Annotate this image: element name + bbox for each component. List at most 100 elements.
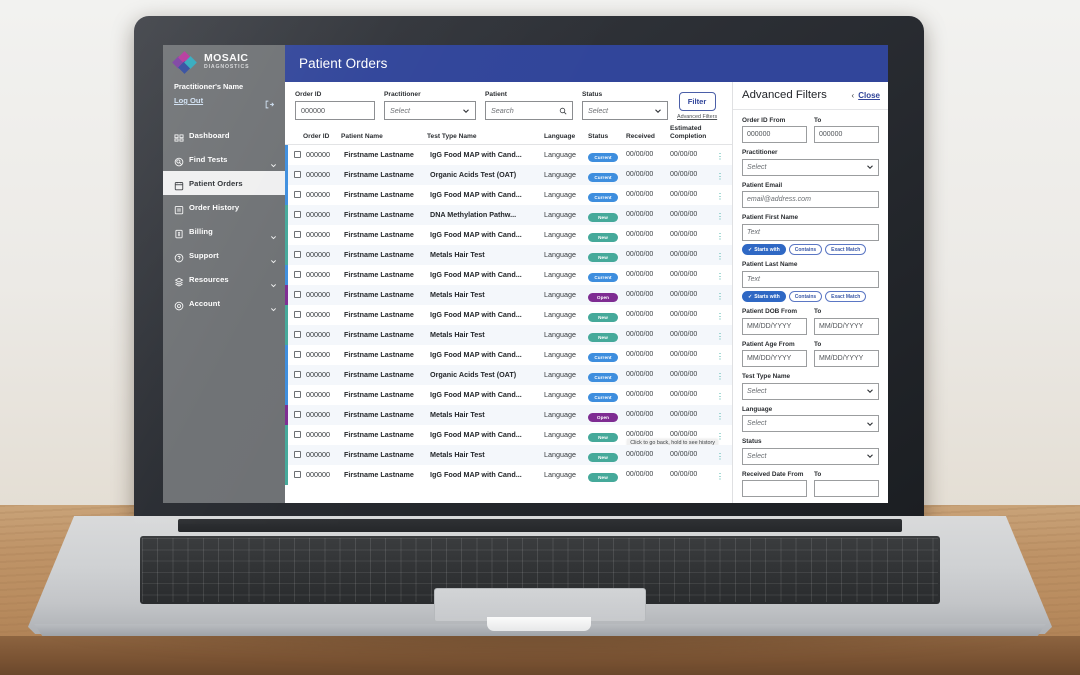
panel-status-select[interactable]: Select bbox=[742, 447, 879, 465]
sidebar-item-resources[interactable]: Resources bbox=[163, 267, 285, 291]
sidebar-item-find-tests[interactable]: Find Tests bbox=[163, 147, 285, 171]
row-checkbox[interactable] bbox=[294, 391, 306, 399]
chip-contains[interactable]: Contains bbox=[788, 291, 823, 302]
search-icon[interactable] bbox=[559, 107, 567, 115]
row-actions-button[interactable]: ⋮ bbox=[714, 466, 726, 484]
chip-exact-match[interactable]: Exact Match bbox=[825, 244, 867, 255]
order-id-from-input[interactable]: 000000 bbox=[742, 126, 807, 143]
row-checkbox[interactable] bbox=[294, 211, 306, 219]
table-row[interactable]: 000000 Firstname Lastname IgG Food MAP wit… bbox=[285, 424, 732, 448]
sidebar-item-account[interactable]: Account bbox=[163, 291, 285, 315]
row-checkbox[interactable] bbox=[294, 271, 306, 279]
row-checkbox[interactable] bbox=[294, 251, 306, 259]
table-row[interactable]: 000000 Firstname Lastname IgG Food MAP wit… bbox=[285, 344, 732, 365]
table-row[interactable]: 000000 Firstname Lastname DNA Methylation … bbox=[285, 204, 732, 225]
table-row[interactable]: 000000 Firstname Lastname Metals Hair Test… bbox=[285, 244, 732, 265]
sidebar-item-support[interactable]: Support bbox=[163, 243, 285, 267]
column-header-estimated-completion[interactable]: Estimated Completion bbox=[670, 125, 714, 141]
row-actions-button[interactable]: ⋮ bbox=[714, 346, 726, 364]
column-header-patient-name[interactable]: Patient Name bbox=[341, 133, 427, 141]
logout-row[interactable]: Log Out bbox=[174, 96, 275, 109]
practitioner-select[interactable]: Select bbox=[384, 101, 476, 120]
row-actions-button[interactable]: ⋮ bbox=[714, 246, 726, 264]
chip-exact-match[interactable]: Exact Match bbox=[825, 291, 867, 302]
brand-logo[interactable]: MOSAIC DIAGNOSTICS bbox=[163, 45, 285, 74]
row-checkbox[interactable] bbox=[294, 451, 306, 459]
column-header-order-id[interactable]: Order ID bbox=[303, 133, 341, 141]
age-from-input[interactable]: MM/DD/YYYY bbox=[742, 350, 807, 367]
table-row[interactable]: 000000 Firstname Lastname Organic Acids Te… bbox=[285, 164, 732, 185]
table-row[interactable]: 000000 Firstname Lastname IgG Food MAP wit… bbox=[285, 224, 732, 245]
logout-icon[interactable] bbox=[265, 96, 275, 109]
received-to-input[interactable] bbox=[814, 480, 879, 497]
row-checkbox[interactable] bbox=[294, 471, 306, 479]
row-actions-button[interactable]: ⋮ bbox=[714, 386, 726, 404]
row-actions-button[interactable]: ⋮ bbox=[714, 406, 726, 424]
panel-practitioner-select[interactable]: Select bbox=[742, 158, 879, 176]
row-checkbox[interactable] bbox=[294, 171, 306, 179]
patient-last-name-input[interactable]: Text bbox=[742, 270, 879, 288]
row-checkbox[interactable] bbox=[294, 311, 306, 319]
row-actions-button[interactable]: ⋮ bbox=[714, 366, 726, 384]
chip-starts-with[interactable]: ✓ Starts with bbox=[742, 244, 786, 255]
row-actions-button[interactable]: ⋮ bbox=[714, 446, 726, 464]
row-actions-button[interactable]: ⋮ bbox=[714, 226, 726, 244]
sidebar-item-order-history[interactable]: Order History bbox=[163, 195, 285, 219]
table-row[interactable]: 000000 Firstname Lastname IgG Food MAP wit… bbox=[285, 184, 732, 205]
row-checkbox[interactable] bbox=[294, 351, 306, 359]
dob-from-input[interactable]: MM/DD/YYYY bbox=[742, 317, 807, 335]
patient-search-input[interactable]: Search bbox=[485, 101, 573, 120]
page-header: Patient Orders bbox=[285, 45, 888, 82]
row-actions-button[interactable]: ⋮ bbox=[714, 266, 726, 284]
row-actions-button[interactable]: ⋮ bbox=[714, 326, 726, 344]
panel-language-select[interactable]: Select bbox=[742, 415, 879, 432]
dob-to-input[interactable]: MM/DD/YYYY bbox=[814, 317, 879, 335]
sidebar-item-patient-orders[interactable]: Patient Orders bbox=[163, 171, 285, 195]
chip-starts-with[interactable]: ✓ Starts with bbox=[742, 291, 786, 302]
row-actions-button[interactable]: ⋮ bbox=[714, 286, 726, 304]
row-actions-button[interactable]: ⋮ bbox=[714, 306, 726, 324]
table-row[interactable]: 000000 Firstname Lastname IgG Food MAP wit… bbox=[285, 384, 732, 405]
row-checkbox[interactable] bbox=[294, 371, 306, 379]
row-actions-button[interactable]: ⋮ bbox=[714, 166, 726, 184]
table-row[interactable]: 000000 Firstname Lastname Organic Acids Te… bbox=[285, 364, 732, 385]
filter-button[interactable]: Filter bbox=[678, 92, 716, 111]
table-row[interactable]: 000000 Firstname Lastname IgG Food MAP wit… bbox=[285, 144, 732, 165]
table-row[interactable]: 000000 Firstname Lastname Metals Hair Test… bbox=[285, 444, 732, 465]
row-checkbox[interactable] bbox=[294, 411, 306, 419]
row-checkbox[interactable] bbox=[294, 291, 306, 299]
order-id-to-input[interactable]: 000000 bbox=[814, 126, 879, 143]
age-to-input[interactable]: MM/DD/YYYY bbox=[814, 350, 879, 367]
column-header-received[interactable]: Received bbox=[626, 133, 670, 141]
close-panel-link[interactable]: Close bbox=[858, 91, 880, 100]
table-row[interactable]: 000000 Firstname Lastname Metals Hair Test… bbox=[285, 404, 732, 425]
table-row[interactable]: 000000 Firstname Lastname IgG Food MAP wit… bbox=[285, 304, 732, 325]
test-type-select[interactable]: Select bbox=[742, 382, 879, 400]
row-checkbox[interactable] bbox=[294, 151, 306, 159]
received-from-input[interactable] bbox=[742, 480, 807, 497]
row-checkbox[interactable] bbox=[294, 431, 306, 439]
table-row[interactable]: 000000 Firstname Lastname Metals Hair Test… bbox=[285, 324, 732, 345]
row-checkbox[interactable] bbox=[294, 331, 306, 339]
patient-first-name-input[interactable]: Text bbox=[742, 223, 879, 241]
row-actions-button[interactable]: ⋮ bbox=[714, 206, 726, 224]
patient-email-input[interactable]: email@address.com bbox=[742, 191, 879, 208]
column-header-status[interactable]: Status bbox=[588, 133, 626, 141]
row-actions-button[interactable]: ⋮ bbox=[714, 146, 726, 164]
status-select[interactable]: Select bbox=[582, 101, 668, 120]
column-header-language[interactable]: Language bbox=[544, 133, 588, 141]
logout-link[interactable]: Log Out bbox=[174, 96, 203, 105]
table-row[interactable]: 000000 Firstname Lastname IgG Food MAP wit… bbox=[285, 264, 732, 285]
column-header-test-type[interactable]: Test Type Name bbox=[427, 133, 544, 141]
row-actions-button[interactable]: ⋮ bbox=[714, 186, 726, 204]
order-id-input[interactable]: 000000 bbox=[295, 101, 375, 120]
advanced-filters-link[interactable]: Advanced Filters bbox=[677, 114, 717, 120]
chip-contains[interactable]: Contains bbox=[788, 244, 823, 255]
table-row[interactable]: 000000 Firstname Lastname Metals Hair Test… bbox=[285, 284, 732, 305]
chevron-left-icon[interactable]: ‹ bbox=[852, 91, 855, 100]
sidebar-item-dashboard[interactable]: Dashboard bbox=[163, 123, 285, 147]
sidebar-item-billing[interactable]: Billing bbox=[163, 219, 285, 243]
row-checkbox[interactable] bbox=[294, 231, 306, 239]
table-row[interactable]: 000000 Firstname Lastname IgG Food MAP wit… bbox=[285, 464, 732, 485]
row-checkbox[interactable] bbox=[294, 191, 306, 199]
